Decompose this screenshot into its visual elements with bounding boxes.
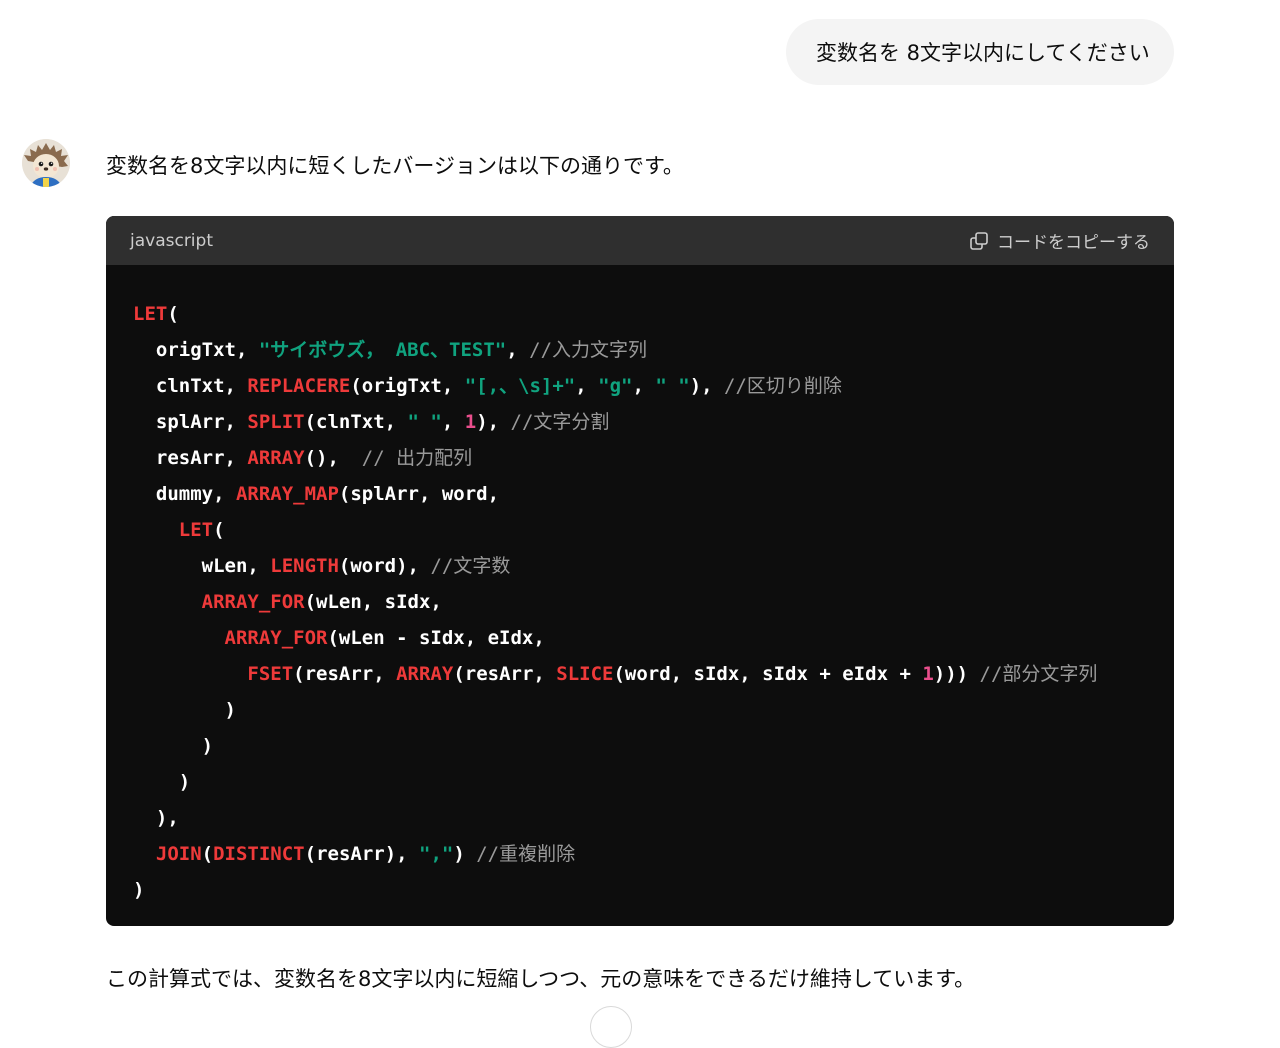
code-string-token: " ": [655, 375, 690, 397]
code-function-token: LET: [178, 519, 214, 541]
code-text-token: ,: [632, 375, 656, 397]
code-text-token: (splArr, word,: [338, 483, 500, 505]
code-text-token: ): [133, 735, 214, 757]
code-text-token: ): [453, 843, 477, 865]
code-number-token: 1: [922, 663, 934, 685]
code-function-token: ARRAY: [247, 447, 305, 469]
code-comment-token: //区切り削除: [724, 375, 842, 397]
code-line: ),: [133, 800, 1174, 836]
code-comment-token: //重複削除: [476, 843, 576, 865]
code-text-token: (: [201, 843, 214, 865]
copy-code-button[interactable]: コードをコピーする: [969, 228, 1150, 253]
code-function-token: SPLIT: [247, 411, 305, 433]
code-function-token: ARRAY_FOR: [224, 627, 328, 649]
code-comment-token: //文字分割: [510, 411, 610, 433]
code-text-token: (: [167, 303, 179, 325]
code-function-token: ARRAY_MAP: [235, 483, 339, 505]
code-text-token: ,: [506, 339, 530, 361]
code-number-token: 1: [464, 411, 477, 433]
code-function-token: FSET: [247, 663, 294, 685]
code-function-token: REPLACERE: [247, 375, 351, 397]
code-text-token: (clnTxt,: [304, 411, 408, 433]
code-text-token: (),: [304, 447, 362, 469]
code-text-token: dummy,: [133, 483, 236, 505]
code-string-token: ",": [419, 843, 454, 865]
code-function-token: JOIN: [155, 843, 202, 865]
code-text-token: ,: [441, 411, 465, 433]
code-text-token: ): [133, 771, 191, 793]
code-line: ): [133, 764, 1174, 800]
assistant-intro-text: 変数名を8文字以内に短くしたバージョンは以下の通りです。: [106, 154, 684, 178]
code-header: javascript コードをコピーする: [106, 216, 1174, 265]
code-string-token: "g": [598, 375, 633, 397]
assistant-outro-text: この計算式では、変数名を8文字以内に短縮しつつ、元の意味をできるだけ維持していま…: [106, 967, 976, 991]
code-text-token: splArr,: [133, 411, 248, 433]
code-line: FSET(resArr, ARRAY(resArr, SLICE(word, s…: [133, 656, 1174, 692]
copy-icon: [969, 231, 989, 251]
code-text-token: (resArr,: [453, 663, 557, 685]
code-text-token: ): [133, 699, 236, 721]
code-text-token: (resArr),: [304, 843, 420, 865]
code-text-token: (wLen - sIdx, eIdx,: [327, 627, 545, 649]
code-text-token: ))): [933, 663, 980, 685]
hedgehog-avatar-icon: [22, 139, 70, 187]
code-text-token: (word),: [338, 555, 431, 577]
code-text-token: (wLen, sIdx,: [304, 591, 442, 613]
code-function-token: ARRAY_FOR: [201, 591, 305, 613]
code-function-token: LENGTH: [270, 555, 339, 577]
code-line: JOIN(DISTINCT(resArr), ",") //重複削除: [133, 836, 1174, 872]
code-text-token: ,: [575, 375, 599, 397]
code-string-token: "サイボウズ， ABC、TEST": [258, 339, 507, 361]
code-comment-token: //文字数: [430, 555, 511, 577]
code-line: origTxt, "サイボウズ， ABC、TEST", //入力文字列: [133, 332, 1174, 368]
code-line: ): [133, 728, 1174, 764]
code-line: resArr, ARRAY(), // 出力配列: [133, 440, 1174, 476]
code-text-token: wLen,: [133, 555, 271, 577]
code-text-token: (resArr,: [293, 663, 397, 685]
code-string-token: "[,、\s]+": [464, 375, 576, 397]
scroll-to-bottom-button[interactable]: [590, 1006, 632, 1048]
code-comment-token: // 出力配列: [361, 447, 473, 469]
code-text-token: ),: [476, 411, 511, 433]
code-line: splArr, SPLIT(clnTxt, " ", 1), //文字分割: [133, 404, 1174, 440]
code-text-token: (: [213, 519, 225, 541]
code-function-token: SLICE: [556, 663, 614, 685]
code-line: dummy, ARRAY_MAP(splArr, word,: [133, 476, 1174, 512]
user-message-bubble: 変数名を 8文字以内にしてください: [786, 19, 1174, 85]
code-content[interactable]: LET( origTxt, "サイボウズ， ABC、TEST", //入力文字列…: [106, 265, 1174, 908]
code-line: ): [133, 872, 1174, 908]
code-function-token: DISTINCT: [213, 843, 305, 865]
code-text-token: resArr,: [133, 447, 248, 469]
code-line: ARRAY_FOR(wLen - sIdx, eIdx,: [133, 620, 1174, 656]
code-line: LET(: [133, 512, 1174, 548]
code-function-token: LET: [133, 303, 168, 325]
code-text-token: ),: [133, 807, 179, 829]
code-line: wLen, LENGTH(word), //文字数: [133, 548, 1174, 584]
code-text-token: ),: [689, 375, 725, 397]
code-text-token: (origTxt,: [350, 375, 465, 397]
user-message-text: 変数名を 8文字以内にしてください: [816, 41, 1150, 65]
code-string-token: " ": [407, 411, 442, 433]
code-line: LET(: [133, 296, 1174, 332]
code-line: clnTxt, REPLACERE(origTxt, "[,、\s]+", "g…: [133, 368, 1174, 404]
code-comment-token: //入力文字列: [529, 339, 648, 361]
code-comment-token: //部分文字列: [979, 663, 1098, 685]
code-block: javascript コードをコピーする LET( origTxt, "サイボウ…: [106, 216, 1174, 926]
code-text-token: origTxt,: [133, 339, 259, 361]
code-text-token: ): [133, 879, 145, 901]
code-text-token: clnTxt,: [133, 375, 248, 397]
code-line: ARRAY_FOR(wLen, sIdx,: [133, 584, 1174, 620]
copy-code-label: コードをコピーする: [997, 233, 1150, 253]
code-function-token: ARRAY: [396, 663, 454, 685]
code-line: ): [133, 692, 1174, 728]
code-language-label: javascript: [130, 230, 213, 251]
code-text-token: (word, sIdx, sIdx + eIdx +: [613, 663, 923, 685]
